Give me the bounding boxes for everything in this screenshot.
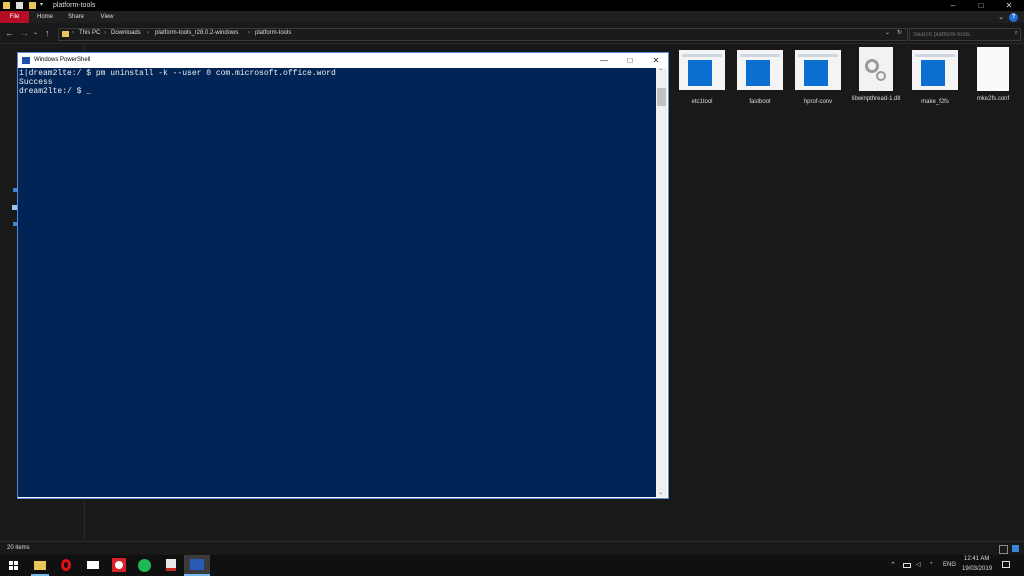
console-line: 1|dream2lte:/ $ pm uninstall -k --user 0… [19, 69, 336, 78]
up-icon[interactable]: ↑ [45, 28, 50, 38]
breadcrumb-separator: › [248, 30, 250, 36]
file-item-hprof-conv[interactable]: hprof-conv [790, 50, 846, 106]
breadcrumb-separator: › [72, 30, 74, 36]
tab-share[interactable]: Share [64, 11, 88, 23]
tab-file[interactable]: File [0, 11, 29, 23]
search-input[interactable] [913, 29, 1009, 40]
ps-minimize-button[interactable]: — [591, 54, 617, 67]
properties-icon[interactable] [16, 2, 23, 9]
breadcrumb-platform-tools-zip[interactable]: platform-tools_r28.0.2-windows [155, 30, 238, 36]
app-icon [737, 50, 783, 90]
mail-icon[interactable] [80, 555, 106, 576]
explorer-title-bar: ▾ platform-tools – □ ✕ [0, 0, 1024, 11]
tab-view[interactable]: View [95, 11, 119, 23]
clock-date[interactable]: 19/03/2019 [962, 566, 992, 572]
clock-time[interactable]: 12:41 AM [964, 556, 989, 562]
dll-gear-icon [859, 47, 893, 91]
large-icons-view-icon[interactable] [1012, 545, 1019, 552]
ps-close-button[interactable]: ✕ [643, 54, 669, 67]
ps-maximize-button[interactable]: □ [617, 54, 643, 67]
console-line: Success [19, 78, 53, 87]
action-center-icon[interactable] [1002, 561, 1010, 568]
breadcrumb-separator: › [104, 30, 106, 36]
powershell-title-bar[interactable]: Windows PowerShell — □ ✕ [18, 53, 668, 68]
file-name: make_f2fs [921, 99, 949, 105]
scrollbar-thumb[interactable] [657, 88, 666, 106]
app-icon [795, 50, 841, 90]
search-icon: ⌕ [1014, 30, 1018, 36]
maximize-button[interactable]: □ [967, 0, 995, 11]
help-icon[interactable]: ? [1009, 13, 1018, 22]
file-name: fastboot [749, 99, 771, 105]
breadcrumb-downloads[interactable]: Downloads [111, 30, 141, 36]
breadcrumb-platform-tools[interactable]: platform-tools [255, 30, 291, 36]
window-title: platform-tools [53, 2, 96, 9]
scroll-up-icon[interactable]: ⌃ [658, 68, 663, 75]
file-name: libwinpthread-1.dll [851, 96, 901, 102]
spotify-icon[interactable] [132, 555, 158, 576]
blank-file-icon [977, 47, 1009, 91]
console-line: dream2lte:/ $ _ [19, 87, 92, 96]
show-hidden-icons-icon[interactable]: ⌃ [890, 561, 896, 569]
breadcrumb-this-pc[interactable]: This PC [79, 30, 100, 36]
folder-icon [62, 31, 69, 37]
tab-home[interactable]: Home [33, 11, 57, 23]
console-scrollbar[interactable]: ⌃ ⌄ [656, 68, 667, 497]
opera-icon[interactable] [54, 555, 80, 576]
whatsapp-icon[interactable] [106, 555, 132, 576]
forward-icon[interactable]: → [20, 28, 29, 38]
search-box[interactable]: ⌕ [909, 28, 1021, 41]
address-bar[interactable]: › This PC › Downloads › platform-tools_r… [58, 28, 908, 41]
battery-icon[interactable] [903, 563, 911, 568]
powershell-console[interactable]: 1|dream2lte:/ $ pm uninstall -k --user 0… [18, 68, 656, 497]
file-item-libwinpthread[interactable]: libwinpthread-1.dll [848, 47, 904, 103]
recent-locations-icon[interactable]: ⌄ [33, 28, 38, 38]
customize-toolbar-icon[interactable]: ▾ [40, 1, 43, 8]
file-item-fastboot[interactable]: fastboot [732, 50, 788, 106]
breadcrumb-separator: › [147, 30, 149, 36]
powershell-window[interactable]: Windows PowerShell — □ ✕ 1|dream2lte:/ $… [17, 52, 669, 499]
item-count: 20 items [7, 545, 30, 551]
file-name: etc1tool [691, 99, 713, 105]
file-item-etc1tool[interactable]: etc1tool [674, 50, 730, 106]
scroll-down-icon[interactable]: ⌄ [658, 489, 663, 496]
powershell-icon[interactable] [184, 555, 210, 576]
file-item-mke2fs-conf[interactable]: mke2fs.conf [965, 47, 1021, 103]
powershell-icon [22, 57, 30, 64]
file-item-make-f2fs[interactable]: make_f2fs [907, 50, 963, 106]
file-explorer-icon[interactable] [27, 555, 53, 576]
popcorn-icon[interactable] [158, 555, 184, 576]
refresh-icon[interactable]: ↻ [897, 29, 902, 36]
folder-icon [3, 2, 10, 9]
language-indicator[interactable]: ENG [943, 562, 956, 568]
close-button[interactable]: ✕ [995, 0, 1023, 11]
file-name: mke2fs.conf [976, 96, 1010, 102]
app-icon [679, 50, 725, 90]
powershell-title: Windows PowerShell [34, 57, 91, 63]
expand-ribbon-icon[interactable]: ⌄ [998, 13, 1004, 21]
details-view-icon[interactable] [999, 545, 1008, 554]
file-name: hprof-conv [803, 99, 833, 105]
app-icon [912, 50, 958, 90]
volume-icon[interactable]: ◁ [916, 561, 921, 568]
taskbar: ⌃ ◁ ◔ ENG 12:41 AM 19/03/2019 [0, 555, 1024, 576]
new-folder-icon[interactable] [29, 2, 36, 9]
start-icon[interactable] [0, 555, 26, 576]
address-dropdown-icon[interactable]: ⌄ [885, 29, 890, 36]
minimize-button[interactable]: – [939, 0, 967, 11]
status-bar: 20 items [0, 541, 1024, 556]
back-icon[interactable]: ← [5, 28, 14, 38]
ribbon: File Home Share View ⌄ ? [0, 11, 1024, 23]
wifi-icon[interactable]: ◔ [929, 561, 933, 567]
address-bar-row: ← → ⌄ ↑ › This PC › Downloads › platform… [0, 23, 1024, 44]
